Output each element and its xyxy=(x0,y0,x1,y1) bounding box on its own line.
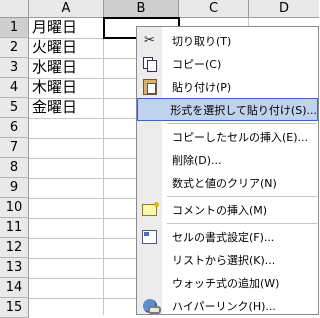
cell-a1[interactable]: 月曜日 xyxy=(32,18,102,37)
cell-a4[interactable]: 木曜日 xyxy=(32,78,102,97)
menu-item-label: 貼り付け(P) xyxy=(172,80,232,94)
menu-item-insert-comment[interactable]: コメントの挿入(M) xyxy=(137,198,318,221)
column-header-b[interactable]: B xyxy=(104,0,179,18)
menu-item-label: ハイパーリンク(H)... xyxy=(172,299,276,313)
row-header-11[interactable]: 11 xyxy=(0,218,29,238)
menu-item-add-watch[interactable]: ウォッチ式の追加(W) xyxy=(137,271,318,294)
gridline-vertical xyxy=(103,18,104,315)
menu-item-pick-from-list[interactable]: リストから選択(K)... xyxy=(137,248,318,271)
menu-item-label: 削除(D)... xyxy=(172,153,222,167)
menu-item-paste-special[interactable]: 形式を選択して貼り付け(S)... xyxy=(137,98,318,121)
scissors-icon: ✂ xyxy=(144,33,155,48)
row-header-5[interactable]: 5 xyxy=(0,98,29,118)
row-header-15[interactable]: 15 xyxy=(0,298,29,318)
menu-separator xyxy=(167,196,317,197)
menu-separator xyxy=(167,123,317,124)
row-header-9[interactable]: 9 xyxy=(0,178,29,198)
menu-item-paste[interactable]: 貼り付け(P) xyxy=(137,75,318,98)
copy-icon xyxy=(137,52,162,75)
row-header-2[interactable]: 2 xyxy=(0,38,29,58)
paste-icon xyxy=(137,75,162,98)
column-header-d[interactable]: D xyxy=(249,0,319,18)
menu-item-label: 切り取り(T) xyxy=(172,34,232,48)
row-header-14[interactable]: 14 xyxy=(0,278,29,298)
menu-item-cut[interactable]: ✂ 切り取り(T) xyxy=(137,29,318,52)
column-header-c[interactable]: C xyxy=(179,0,249,18)
menu-item-label: 数式と値のクリア(N) xyxy=(172,176,277,190)
menu-item-copy[interactable]: コピー(C) xyxy=(137,52,318,75)
select-all-corner[interactable] xyxy=(0,0,29,18)
cell-a3[interactable]: 水曜日 xyxy=(32,58,102,77)
menu-item-label: コメントの挿入(M) xyxy=(172,203,268,217)
row-header-4[interactable]: 4 xyxy=(0,78,29,98)
comment-icon xyxy=(137,198,162,221)
row-header-6[interactable]: 6 xyxy=(0,118,29,138)
row-header-13[interactable]: 13 xyxy=(0,258,29,278)
menu-item-label: コピー(C) xyxy=(172,57,222,71)
row-header-7[interactable]: 7 xyxy=(0,138,29,158)
menu-separator xyxy=(167,223,317,224)
row-header-10[interactable]: 10 xyxy=(0,198,29,218)
column-header-a[interactable]: A xyxy=(29,0,104,18)
row-header-3[interactable]: 3 xyxy=(0,58,29,78)
menu-item-clear-contents[interactable]: 数式と値のクリア(N) xyxy=(137,171,318,194)
menu-item-label: リストから選択(K)... xyxy=(172,253,276,267)
menu-item-label: セルの書式設定(F)... xyxy=(172,230,275,244)
format-cells-icon xyxy=(137,225,162,248)
menu-item-label: ウォッチ式の追加(W) xyxy=(172,276,280,290)
context-menu: ✂ 切り取り(T) コピー(C) 貼り付け(P) 形式を選択して貼り付け(S).… xyxy=(136,26,319,315)
cell-a5[interactable]: 金曜日 xyxy=(32,98,102,117)
cell-a2[interactable]: 火曜日 xyxy=(32,38,102,57)
row-header-12[interactable]: 12 xyxy=(0,238,29,258)
hyperlink-icon xyxy=(137,294,162,317)
menu-item-delete[interactable]: 削除(D)... xyxy=(137,148,318,171)
menu-item-label: 形式を選択して貼り付け(S)... xyxy=(170,103,317,117)
menu-item-format-cells[interactable]: セルの書式設定(F)... xyxy=(137,225,318,248)
menu-item-hyperlink[interactable]: ハイパーリンク(H)... xyxy=(137,294,318,317)
row-header-8[interactable]: 8 xyxy=(0,158,29,178)
menu-item-label: コピーしたセルの挿入(E)... xyxy=(172,130,309,144)
row-header-1[interactable]: 1 xyxy=(0,18,29,38)
menu-item-insert-copied-cells[interactable]: コピーしたセルの挿入(E)... xyxy=(137,125,318,148)
